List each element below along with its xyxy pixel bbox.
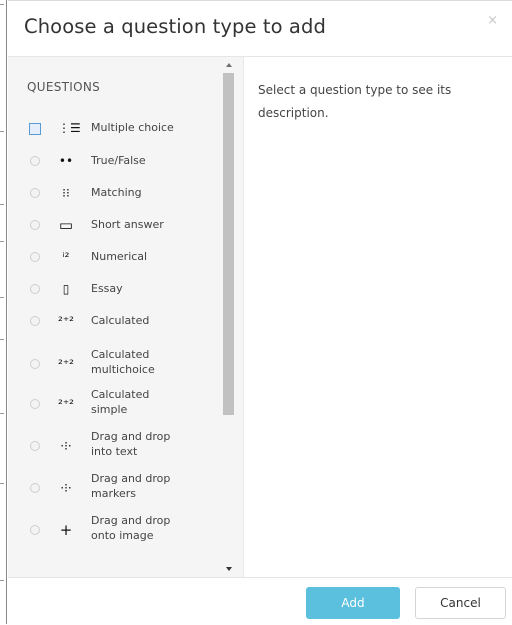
- question-type-radio[interactable]: [29, 123, 41, 135]
- question-type-item[interactable]: ²⁺² Calculated: [8, 313, 232, 345]
- question-type-label-line1: Matching: [91, 186, 142, 199]
- question-type-label-line2: into text: [91, 445, 138, 458]
- question-type-radio[interactable]: [30, 252, 40, 262]
- question-type-radio[interactable]: [30, 220, 40, 230]
- background-page-edge: [0, 0, 7, 624]
- question-type-label: Calculated multichoice: [91, 347, 219, 377]
- question-type-radio[interactable]: [30, 399, 40, 409]
- question-type-item[interactable]: •• True/False: [8, 153, 232, 185]
- question-type-label: Matching: [91, 185, 219, 200]
- question-type-label: Drag and drop markers: [91, 471, 219, 501]
- question-type-label: Multiple choice: [91, 120, 219, 135]
- drag-drop-markers-icon: ·⁝·: [60, 481, 72, 495]
- drag-drop-text-icon: ·⁝·: [60, 439, 72, 453]
- question-type-label: True/False: [91, 153, 219, 168]
- edge-tick: [0, 4, 4, 5]
- question-type-label-line2: onto image: [91, 529, 154, 542]
- add-button[interactable]: Add: [306, 587, 400, 619]
- calculated-multichoice-icon: ²⁺²: [58, 357, 74, 371]
- question-type-item[interactable]: ⁱ² Numerical: [8, 249, 232, 281]
- section-title-questions: QUESTIONS: [27, 80, 101, 94]
- question-type-radio[interactable]: [30, 284, 40, 294]
- question-type-label-line1: Multiple choice: [91, 121, 174, 134]
- question-type-label-line1: Drag and drop: [91, 472, 171, 485]
- question-type-radio[interactable]: [30, 316, 40, 326]
- question-type-radio[interactable]: [30, 525, 40, 535]
- question-type-label: Calculated: [91, 313, 219, 328]
- multiple-choice-icon: ⋮☰: [58, 121, 81, 135]
- question-type-radio[interactable]: [30, 156, 40, 166]
- scroll-thumb[interactable]: [223, 73, 234, 415]
- drag-drop-image-icon: +: [59, 521, 73, 539]
- numerical-icon: ⁱ²: [62, 250, 70, 264]
- short-answer-icon: ▭: [58, 216, 74, 234]
- question-type-radio[interactable]: [30, 359, 40, 369]
- question-type-radio[interactable]: [30, 188, 40, 198]
- dialog-header: Choose a question type to add ×: [8, 1, 512, 57]
- question-type-description: Select a question type to see its descri…: [258, 83, 452, 120]
- matching-icon: ⁝⁝: [62, 186, 70, 200]
- question-type-label-line1: Numerical: [91, 250, 148, 263]
- edge-tick: [0, 297, 4, 298]
- question-type-label-line1: Calculated: [91, 348, 150, 361]
- question-type-item[interactable]: + Drag and drop onto image: [8, 513, 232, 545]
- question-type-label: Drag and drop into text: [91, 429, 219, 459]
- edge-tick: [0, 339, 4, 340]
- edge-tick: [0, 204, 4, 205]
- scroll-up-arrow-icon[interactable]: [226, 63, 232, 67]
- question-type-label-line1: Calculated: [91, 388, 150, 401]
- question-type-label-line1: Short answer: [91, 218, 164, 231]
- question-type-label-line2: simple: [91, 403, 128, 416]
- list-scrollbar[interactable]: [222, 57, 236, 577]
- question-type-radio[interactable]: [30, 441, 40, 451]
- edge-tick: [0, 483, 4, 484]
- close-icon[interactable]: ×: [487, 13, 498, 28]
- true-false-icon: ••: [58, 154, 74, 168]
- question-type-label: Essay: [91, 281, 219, 296]
- question-type-label-line1: Calculated: [91, 314, 150, 327]
- question-type-label-line1: True/False: [91, 154, 146, 167]
- question-type-item[interactable]: ▭ Short answer: [8, 217, 232, 249]
- question-type-item[interactable]: ▯ Essay: [8, 281, 232, 313]
- calculated-icon: ²⁺²: [58, 314, 74, 328]
- scroll-down-arrow-icon[interactable]: [226, 567, 232, 571]
- question-type-item[interactable]: ⋮☰ Multiple choice: [8, 120, 232, 152]
- question-type-label: Drag and drop onto image: [91, 513, 219, 543]
- question-type-list[interactable]: QUESTIONS ⋮☰ Multiple choice •• True/False ⁝…: [8, 57, 244, 577]
- essay-icon: ▯: [62, 282, 70, 296]
- question-type-item[interactable]: ·⁝· Drag and drop into text: [8, 429, 232, 461]
- dialog-body: QUESTIONS ⋮☰ Multiple choice •• True/False ⁝…: [8, 57, 512, 577]
- question-type-label-line2: markers: [91, 487, 136, 500]
- question-type-label: Numerical: [91, 249, 219, 264]
- question-type-item[interactable]: ⁝⁝ Matching: [8, 185, 232, 217]
- question-type-radio[interactable]: [30, 483, 40, 493]
- question-type-label: Calculated simple: [91, 387, 219, 417]
- question-type-label-line1: Drag and drop: [91, 430, 171, 443]
- cancel-button[interactable]: Cancel: [415, 587, 506, 619]
- dialog-footer: Add Cancel: [8, 577, 512, 625]
- question-type-item[interactable]: ²⁺² Calculated multichoice: [8, 347, 232, 379]
- edge-tick: [0, 131, 4, 132]
- question-type-label: Short answer: [91, 217, 219, 232]
- question-type-item[interactable]: ·⁝· Drag and drop markers: [8, 471, 232, 503]
- edge-tick: [0, 413, 4, 414]
- question-type-label-line2: multichoice: [91, 363, 155, 376]
- question-type-label-line1: Essay: [91, 282, 123, 295]
- question-type-item[interactable]: ²⁺² Calculated simple: [8, 387, 232, 419]
- edge-tick: [0, 580, 4, 581]
- calculated-simple-icon: ²⁺²: [58, 397, 74, 411]
- dialog-title: Choose a question type to add: [24, 15, 326, 38]
- question-type-dialog: Choose a question type to add × QUESTION…: [8, 0, 512, 624]
- edge-tick: [0, 241, 4, 242]
- question-type-label-line1: Drag and drop: [91, 514, 171, 527]
